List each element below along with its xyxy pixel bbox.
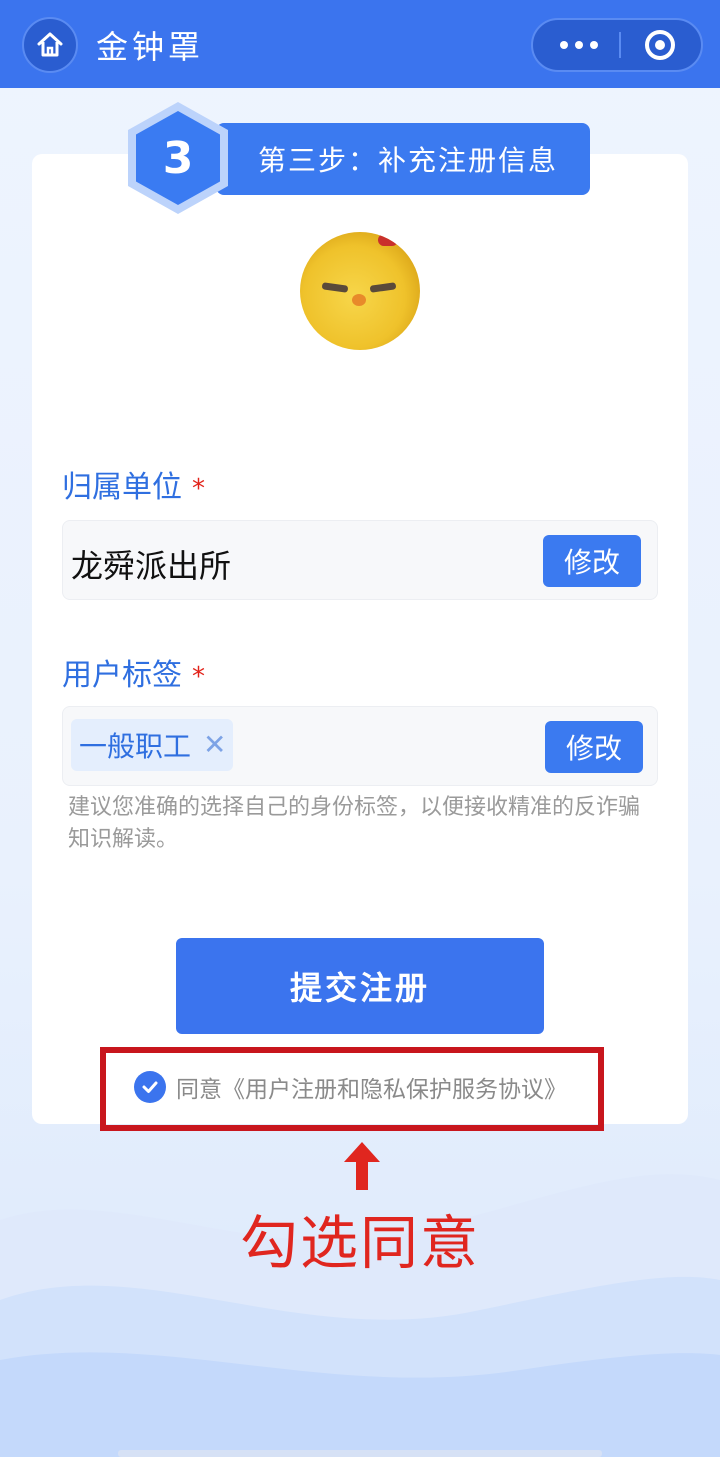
annotation-text: 勾选同意 xyxy=(240,1209,481,1277)
unit-label: 归属单位 * xyxy=(62,462,205,506)
avatar-beak xyxy=(352,294,366,306)
avatar[interactable] xyxy=(300,232,420,350)
avatar-eye-right xyxy=(369,282,397,293)
home-icon xyxy=(37,32,63,57)
tag-chip[interactable]: 一般职工 ✕ xyxy=(71,719,233,771)
tags-label: 用户标签 * xyxy=(62,650,205,694)
capsule-divider xyxy=(619,32,621,58)
required-mark: * xyxy=(192,474,205,504)
submit-register-button[interactable]: 提交注册 xyxy=(176,938,544,1034)
tags-hint: 建议您准确的选择自己的身份标签，以便接收精准的反诈骗知识解读。 xyxy=(68,795,641,852)
edit-tags-button[interactable]: 修改 xyxy=(545,721,643,773)
target-close-icon[interactable] xyxy=(645,30,675,60)
tag-chip-label: 一般职工 xyxy=(79,730,192,763)
more-dots-icon[interactable] xyxy=(547,20,611,70)
required-mark: * xyxy=(192,662,205,692)
tags-field: 一般职工 ✕ 修改 xyxy=(62,706,658,786)
avatar-eye-left xyxy=(321,282,349,293)
unit-label-text: 归属单位 xyxy=(62,470,182,505)
unit-value: 龙舜派出所 xyxy=(71,547,232,585)
annotation-arrow-icon xyxy=(344,1142,380,1190)
annotation-highlight-box xyxy=(100,1047,604,1131)
unit-field: 龙舜派出所 修改 xyxy=(62,520,658,600)
remove-tag-icon[interactable]: ✕ xyxy=(203,731,226,759)
edit-unit-button[interactable]: 修改 xyxy=(543,535,641,587)
step-number: 3 xyxy=(136,111,220,205)
mini-program-capsule xyxy=(531,18,703,72)
home-indicator xyxy=(118,1450,602,1457)
home-button[interactable] xyxy=(22,17,78,73)
app-title: 金钟罩 xyxy=(96,28,205,66)
tags-label-text: 用户标签 xyxy=(62,658,182,693)
step-title: 第三步：补充注册信息 xyxy=(216,123,590,195)
avatar-topknot xyxy=(378,234,398,246)
top-nav-bar: 金钟罩 xyxy=(0,0,720,88)
